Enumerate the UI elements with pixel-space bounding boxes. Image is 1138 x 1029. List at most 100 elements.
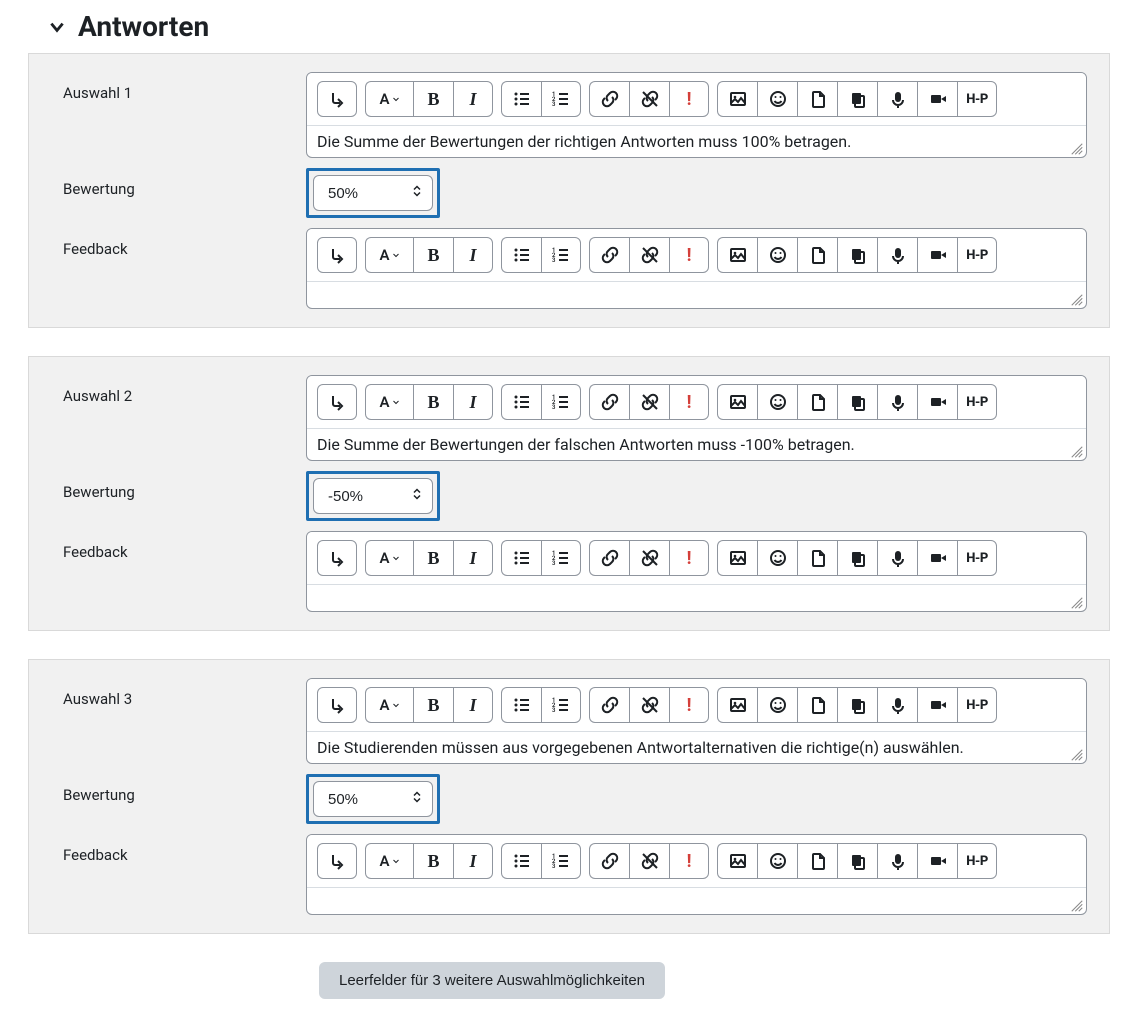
emoji-button[interactable] bbox=[757, 687, 797, 723]
warning-button[interactable]: ! bbox=[669, 237, 709, 273]
unordered-list-button[interactable] bbox=[501, 81, 541, 117]
ordered-list-button[interactable] bbox=[541, 540, 581, 576]
resize-handle-icon[interactable] bbox=[1070, 141, 1084, 155]
unordered-list-button[interactable] bbox=[501, 687, 541, 723]
ordered-list-button[interactable] bbox=[541, 384, 581, 420]
expand-toolbar-icon[interactable] bbox=[317, 81, 357, 117]
section-header[interactable]: Antworten bbox=[48, 10, 1110, 43]
video-button[interactable] bbox=[917, 237, 957, 273]
resize-handle-icon[interactable] bbox=[1070, 292, 1084, 306]
microphone-button[interactable] bbox=[877, 687, 917, 723]
warning-button[interactable]: ! bbox=[669, 81, 709, 117]
editor-content-choice-2[interactable]: Die Summe der Bewertungen der falschen A… bbox=[307, 429, 1086, 460]
video-button[interactable] bbox=[917, 384, 957, 420]
file-button[interactable] bbox=[797, 540, 837, 576]
font-style-button[interactable]: A bbox=[365, 237, 413, 273]
image-button[interactable] bbox=[717, 843, 757, 879]
unordered-list-button[interactable] bbox=[501, 237, 541, 273]
editor-content-choice-1[interactable]: Die Summe der Bewertungen der richtigen … bbox=[307, 126, 1086, 157]
h5p-button[interactable]: H-P bbox=[957, 384, 997, 420]
expand-toolbar-icon[interactable] bbox=[317, 237, 357, 273]
ordered-list-button[interactable] bbox=[541, 81, 581, 117]
link-button[interactable] bbox=[589, 237, 629, 273]
image-button[interactable] bbox=[717, 81, 757, 117]
bold-button[interactable]: B bbox=[413, 237, 453, 273]
font-style-button[interactable]: A bbox=[365, 540, 413, 576]
warning-button[interactable]: ! bbox=[669, 843, 709, 879]
emoji-button[interactable] bbox=[757, 843, 797, 879]
bold-button[interactable]: B bbox=[413, 81, 453, 117]
copy-button[interactable] bbox=[837, 540, 877, 576]
expand-toolbar-icon[interactable] bbox=[317, 687, 357, 723]
italic-button[interactable]: I bbox=[453, 237, 493, 273]
grade-select-2[interactable]: -50%50% bbox=[313, 478, 433, 514]
resize-handle-icon[interactable] bbox=[1070, 747, 1084, 761]
italic-button[interactable]: I bbox=[453, 81, 493, 117]
copy-button[interactable] bbox=[837, 843, 877, 879]
add-blanks-button[interactable]: Leerfelder für 3 weitere Auswahlmöglichk… bbox=[319, 962, 665, 999]
emoji-button[interactable] bbox=[757, 540, 797, 576]
ordered-list-button[interactable] bbox=[541, 687, 581, 723]
unlink-button[interactable] bbox=[629, 540, 669, 576]
unordered-list-button[interactable] bbox=[501, 843, 541, 879]
link-button[interactable] bbox=[589, 384, 629, 420]
file-button[interactable] bbox=[797, 237, 837, 273]
editor-content-feedback-2[interactable] bbox=[307, 585, 1086, 611]
editor-content-feedback-3[interactable] bbox=[307, 888, 1086, 914]
bold-button[interactable]: B bbox=[413, 687, 453, 723]
resize-handle-icon[interactable] bbox=[1070, 898, 1084, 912]
font-style-button[interactable]: A bbox=[365, 81, 413, 117]
link-button[interactable] bbox=[589, 81, 629, 117]
image-button[interactable] bbox=[717, 687, 757, 723]
unlink-button[interactable] bbox=[629, 384, 669, 420]
file-button[interactable] bbox=[797, 843, 837, 879]
warning-button[interactable]: ! bbox=[669, 687, 709, 723]
video-button[interactable] bbox=[917, 81, 957, 117]
microphone-button[interactable] bbox=[877, 384, 917, 420]
unlink-button[interactable] bbox=[629, 237, 669, 273]
h5p-button[interactable]: H-P bbox=[957, 540, 997, 576]
image-button[interactable] bbox=[717, 237, 757, 273]
h5p-button[interactable]: H-P bbox=[957, 81, 997, 117]
file-button[interactable] bbox=[797, 687, 837, 723]
font-style-button[interactable]: A bbox=[365, 687, 413, 723]
italic-button[interactable]: I bbox=[453, 843, 493, 879]
italic-button[interactable]: I bbox=[453, 687, 493, 723]
italic-button[interactable]: I bbox=[453, 540, 493, 576]
copy-button[interactable] bbox=[837, 237, 877, 273]
file-button[interactable] bbox=[797, 384, 837, 420]
video-button[interactable] bbox=[917, 843, 957, 879]
microphone-button[interactable] bbox=[877, 843, 917, 879]
unordered-list-button[interactable] bbox=[501, 384, 541, 420]
video-button[interactable] bbox=[917, 687, 957, 723]
emoji-button[interactable] bbox=[757, 384, 797, 420]
link-button[interactable] bbox=[589, 843, 629, 879]
emoji-button[interactable] bbox=[757, 237, 797, 273]
bold-button[interactable]: B bbox=[413, 384, 453, 420]
grade-select-1[interactable]: 50%-50% bbox=[313, 175, 433, 211]
resize-handle-icon[interactable] bbox=[1070, 444, 1084, 458]
bold-button[interactable]: B bbox=[413, 540, 453, 576]
copy-button[interactable] bbox=[837, 687, 877, 723]
editor-content-choice-3[interactable]: Die Studierenden müssen aus vorgegebenen… bbox=[307, 732, 1086, 763]
expand-toolbar-icon[interactable] bbox=[317, 843, 357, 879]
grade-select-3[interactable]: 50%-50% bbox=[313, 781, 433, 817]
image-button[interactable] bbox=[717, 384, 757, 420]
image-button[interactable] bbox=[717, 540, 757, 576]
bold-button[interactable]: B bbox=[413, 843, 453, 879]
unordered-list-button[interactable] bbox=[501, 540, 541, 576]
italic-button[interactable]: I bbox=[453, 384, 493, 420]
copy-button[interactable] bbox=[837, 81, 877, 117]
microphone-button[interactable] bbox=[877, 81, 917, 117]
warning-button[interactable]: ! bbox=[669, 384, 709, 420]
file-button[interactable] bbox=[797, 81, 837, 117]
resize-handle-icon[interactable] bbox=[1070, 595, 1084, 609]
ordered-list-button[interactable] bbox=[541, 843, 581, 879]
editor-content-feedback-1[interactable] bbox=[307, 282, 1086, 308]
font-style-button[interactable]: A bbox=[365, 843, 413, 879]
link-button[interactable] bbox=[589, 687, 629, 723]
unlink-button[interactable] bbox=[629, 81, 669, 117]
copy-button[interactable] bbox=[837, 384, 877, 420]
video-button[interactable] bbox=[917, 540, 957, 576]
link-button[interactable] bbox=[589, 540, 629, 576]
